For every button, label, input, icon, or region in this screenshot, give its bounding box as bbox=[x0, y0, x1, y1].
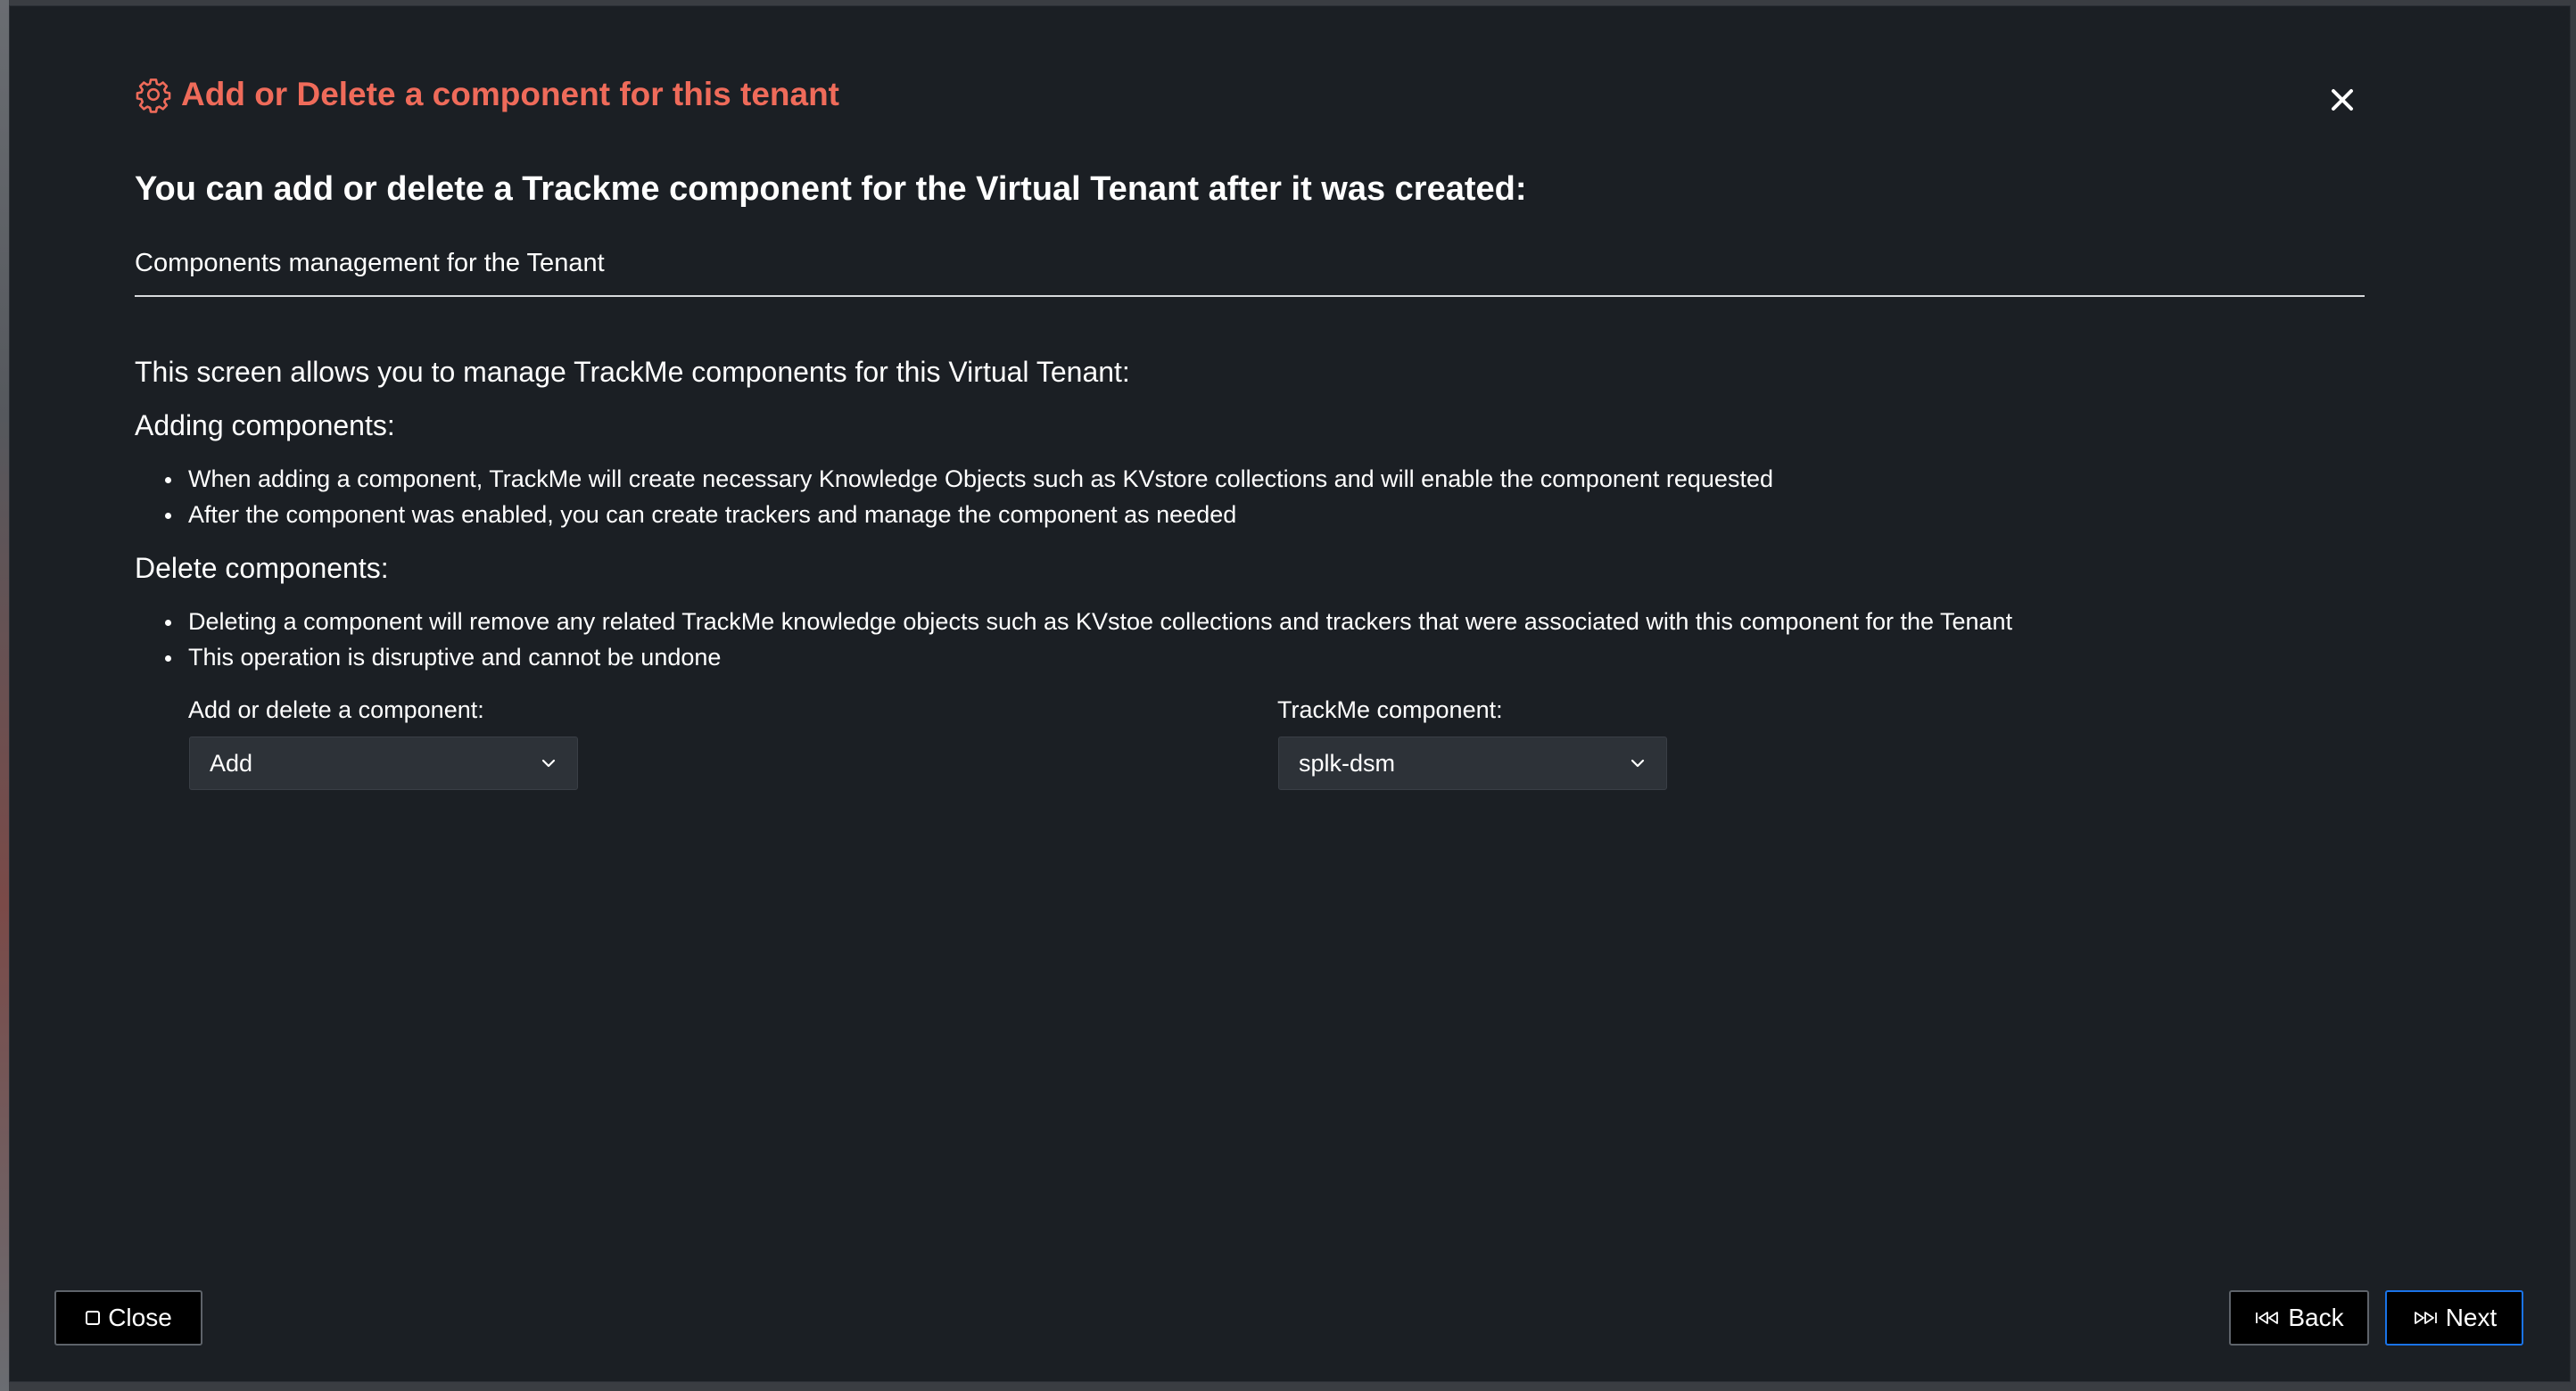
close-button-label: Close bbox=[108, 1304, 172, 1331]
chevron-down-icon bbox=[1629, 757, 1647, 770]
modal-subtitle: You can add or delete a Trackme componen… bbox=[135, 170, 1527, 208]
action-select[interactable]: Add bbox=[189, 737, 578, 790]
square-icon bbox=[85, 1310, 101, 1326]
modal-title: Add or Delete a component for this tenan… bbox=[181, 76, 839, 112]
list-item: This operation is disruptive and cannot … bbox=[161, 639, 2012, 675]
next-button-label: Next bbox=[2445, 1304, 2498, 1331]
adding-list: When adding a component, TrackMe will cr… bbox=[161, 461, 1773, 532]
adding-heading: Adding components: bbox=[135, 409, 395, 441]
next-button[interactable]: Next bbox=[2385, 1290, 2523, 1346]
list-item: After the component was enabled, you can… bbox=[161, 497, 1773, 532]
component-select-value: splk-dsm bbox=[1299, 749, 1396, 777]
close-icon[interactable] bbox=[2329, 86, 2356, 113]
back-button[interactable]: Back bbox=[2229, 1290, 2369, 1346]
component-select[interactable]: splk-dsm bbox=[1278, 737, 1667, 790]
action-select-value: Add bbox=[210, 749, 253, 777]
component-management-modal: Add or Delete a component for this tenan… bbox=[9, 5, 2571, 1382]
section-label: Components management for the Tenant bbox=[135, 249, 605, 277]
close-button[interactable]: Close bbox=[54, 1290, 202, 1346]
component-select-label: TrackMe component: bbox=[1277, 696, 1503, 723]
chevron-down-icon bbox=[540, 757, 557, 770]
background-app-strip bbox=[0, 0, 9, 1391]
intro-text: This screen allows you to manage TrackMe… bbox=[135, 356, 1130, 388]
list-item: Deleting a component will remove any rel… bbox=[161, 604, 2012, 639]
section-divider bbox=[135, 295, 2365, 297]
skip-forward-icon bbox=[2412, 1310, 2439, 1326]
back-button-label: Back bbox=[2288, 1304, 2344, 1331]
gear-icon bbox=[135, 76, 172, 113]
deleting-list: Deleting a component will remove any rel… bbox=[161, 604, 2012, 675]
action-select-label: Add or delete a component: bbox=[188, 696, 484, 723]
list-item: When adding a component, TrackMe will cr… bbox=[161, 461, 1773, 497]
skip-back-icon bbox=[2254, 1310, 2281, 1326]
deleting-heading: Delete components: bbox=[135, 552, 389, 584]
modal-header: Add or Delete a component for this tenan… bbox=[135, 76, 839, 113]
